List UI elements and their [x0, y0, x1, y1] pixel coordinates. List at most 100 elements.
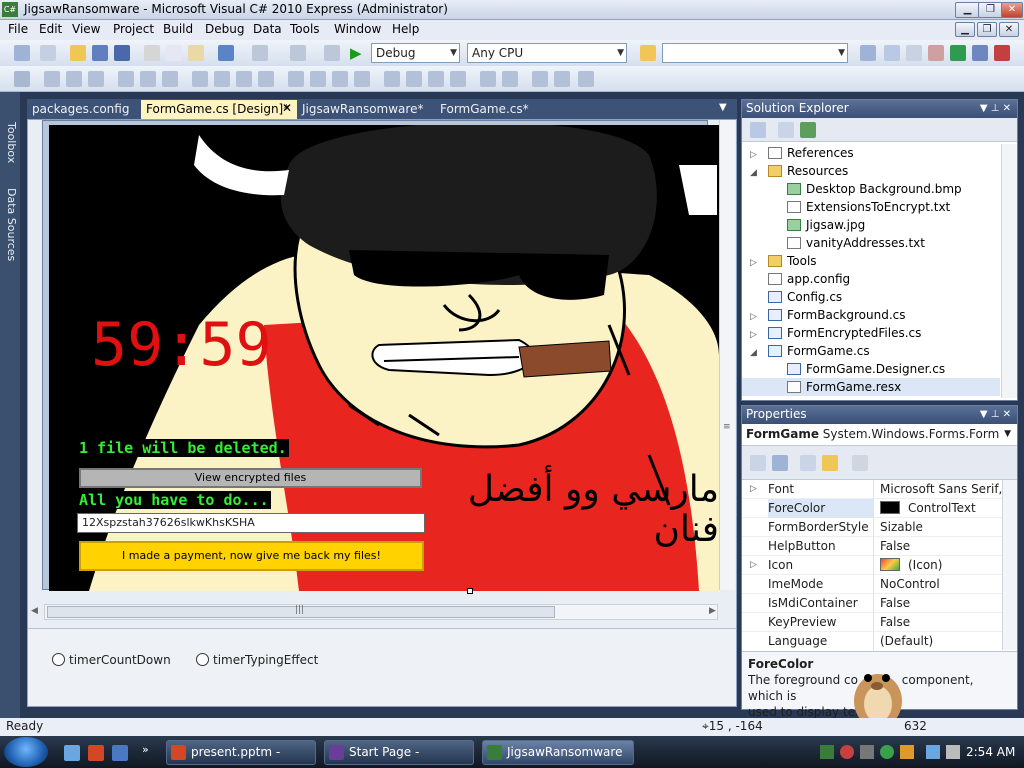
solution-platform-combo[interactable]: Any CPU ▼ [467, 43, 627, 63]
solution-configuration-combo[interactable]: Debug ▼ [371, 43, 460, 63]
save-icon[interactable] [92, 45, 108, 61]
property-grid-scrollbar[interactable] [1002, 480, 1017, 650]
expand-arrow-icon[interactable]: ▷ [750, 556, 757, 574]
make-same-height-icon[interactable] [236, 71, 252, 87]
collapse-arrow-icon[interactable]: ◢ [750, 344, 764, 362]
redo-icon[interactable] [252, 45, 268, 61]
expand-arrow-icon[interactable]: ▷ [750, 480, 757, 498]
timer-typing-effect-component[interactable]: timerTypingEffect [196, 653, 318, 667]
align-lefts-icon[interactable] [44, 71, 60, 87]
remove-vertical-spacing-icon[interactable] [450, 71, 466, 87]
property-value[interactable]: Sizable [880, 518, 1002, 536]
expand-arrow-icon[interactable]: ▷ [750, 326, 764, 344]
tree-item[interactable]: ◢ FormGame.cs [742, 342, 1000, 360]
extension-manager-icon[interactable] [972, 45, 988, 61]
save-all-icon[interactable] [114, 45, 130, 61]
property-row[interactable]: ForeColor ControlText [742, 499, 1002, 518]
form-frame[interactable]: 59:59 1 file will be deleted. View encry… [42, 120, 719, 591]
tree-item[interactable]: ▷ Tools [742, 252, 1000, 270]
property-row[interactable]: ▷ Font Microsoft Sans Serif, 8.2 [742, 480, 1002, 499]
tree-item[interactable]: ▷ FormBackground.cs [742, 306, 1000, 324]
copy-icon[interactable] [166, 45, 182, 61]
start-debugging-icon[interactable]: ▶ [350, 44, 362, 62]
solution-explorer-icon[interactable] [884, 45, 900, 61]
tree-item[interactable]: FormGame.Designer.cs [742, 360, 1000, 378]
bring-to-front-icon[interactable] [532, 71, 548, 87]
property-row[interactable]: Language (Default) [742, 632, 1002, 650]
property-value[interactable]: False [880, 613, 1002, 631]
tree-item[interactable]: ◢ Resources [742, 162, 1000, 180]
menu-help[interactable]: Help [392, 22, 419, 36]
find-in-files-icon[interactable] [640, 45, 656, 61]
make-same-width-icon[interactable] [192, 71, 208, 87]
tab-formgame-cs[interactable]: FormGame.cs* [435, 100, 534, 119]
expand-arrow-icon[interactable]: ▷ [750, 146, 764, 164]
refresh-icon[interactable] [800, 122, 816, 138]
expand-arrow-icon[interactable]: ▷ [750, 254, 764, 272]
panel-options-icons[interactable]: ▼ ⊥ ✕ [980, 100, 1011, 117]
align-middles-icon[interactable] [140, 71, 156, 87]
tree-item[interactable]: FormGame.resx [742, 378, 1000, 396]
designer-horizontal-scrollbar[interactable]: ◀ ||| ▶ [31, 604, 718, 620]
find-icon[interactable] [860, 45, 876, 61]
minimize-button[interactable]: ▁ [955, 2, 980, 18]
menu-debug[interactable]: Debug [205, 22, 244, 36]
align-bottoms-icon[interactable] [162, 71, 178, 87]
tree-item[interactable]: Desktop Background.bmp [742, 180, 1000, 198]
close-button[interactable]: ✕ [1001, 2, 1023, 18]
align-tops-icon[interactable] [118, 71, 134, 87]
system-tray-icons[interactable] [820, 745, 960, 761]
undo-icon[interactable] [218, 45, 234, 61]
align-centers-icon[interactable] [66, 71, 82, 87]
bitcoin-address-field[interactable]: 12Xspzstah37626slkwKhsKSHA [77, 513, 425, 533]
cut-icon[interactable] [144, 45, 160, 61]
properties-window-icon[interactable] [906, 45, 922, 61]
close-tab-icon[interactable]: ✕ [282, 101, 292, 115]
decrease-horizontal-spacing-icon[interactable] [332, 71, 348, 87]
tree-item[interactable]: Config.cs [742, 288, 1000, 306]
find-combo[interactable]: ▼ [662, 43, 848, 63]
show-all-files-icon[interactable] [778, 122, 794, 138]
menu-window[interactable]: Window [334, 22, 381, 36]
menu-build[interactable]: Build [163, 22, 193, 36]
align-rights-icon[interactable] [88, 71, 104, 87]
tree-item[interactable]: ExtensionsToEncrypt.txt [742, 198, 1000, 216]
tree-item[interactable]: ▷ FormEncryptedFiles.cs [742, 324, 1000, 342]
increase-vertical-spacing-icon[interactable] [406, 71, 422, 87]
taskbar-button[interactable]: Start Page - Microso... [324, 740, 474, 765]
alphabetical-icon[interactable] [772, 455, 788, 471]
menu-view[interactable]: View [72, 22, 100, 36]
mdi-close-button[interactable]: ✕ [999, 22, 1019, 37]
toolbox-icon[interactable] [928, 45, 944, 61]
property-value[interactable]: (Default) [880, 632, 1002, 650]
vertical-spacing-icon[interactable] [384, 71, 400, 87]
tree-item[interactable]: vanityAddresses.txt [742, 234, 1000, 252]
tab-formgame-design[interactable]: FormGame.cs [Design]* [141, 100, 297, 119]
start-page-icon[interactable] [950, 45, 966, 61]
center-vertically-icon[interactable] [502, 71, 518, 87]
properties-view-icon[interactable] [800, 455, 816, 471]
property-pages-icon[interactable] [852, 455, 868, 471]
tab-dropdown-icon[interactable]: ▼ [719, 102, 727, 113]
menu-project[interactable]: Project [113, 22, 154, 36]
add-item-icon[interactable] [40, 45, 56, 61]
mdi-restore-button[interactable]: ❐ [977, 22, 997, 37]
tab-packages-config[interactable]: packages.config [27, 100, 134, 119]
property-value[interactable]: ControlText [880, 499, 1002, 517]
solution-tree-scrollbar[interactable] [1001, 144, 1017, 398]
categorized-icon[interactable] [750, 455, 766, 471]
tree-item[interactable]: ▷ References [742, 144, 1000, 162]
property-value[interactable]: False [880, 537, 1002, 555]
menu-data[interactable]: Data [253, 22, 282, 36]
timer-countdown-component[interactable]: timerCountDown [52, 653, 171, 667]
data-sources-tab[interactable]: Data Sources [2, 188, 18, 261]
designer-vertical-scrollbar[interactable]: ≡ [719, 120, 735, 590]
property-row[interactable]: ▷ Icon (Icon) [742, 556, 1002, 575]
increase-horizontal-spacing-icon[interactable] [310, 71, 326, 87]
taskbar-button[interactable]: JigsawRansomware ... [482, 740, 634, 765]
paste-icon[interactable] [188, 45, 204, 61]
property-row[interactable]: ImeMode NoControl [742, 575, 1002, 594]
view-encrypted-files-button[interactable]: View encrypted files [79, 468, 422, 488]
toolbox-tab[interactable]: Toolbox [2, 122, 18, 163]
property-value[interactable]: (Icon) [880, 556, 1002, 574]
